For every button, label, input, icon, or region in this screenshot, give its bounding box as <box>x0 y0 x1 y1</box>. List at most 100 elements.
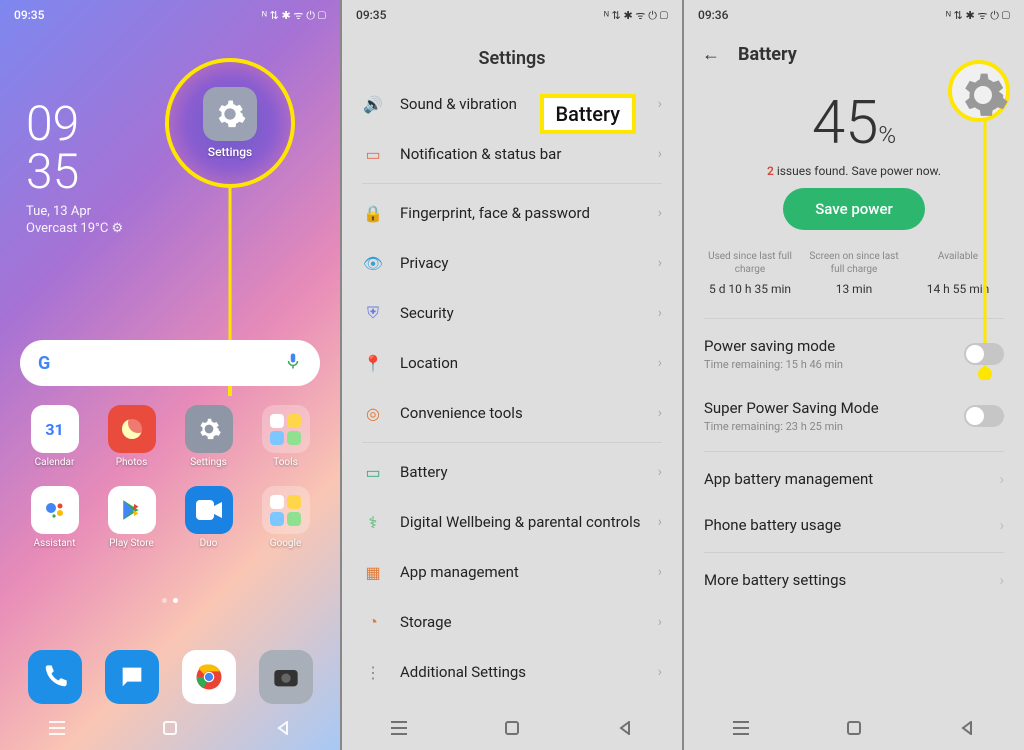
camera-icon[interactable] <box>251 650 320 704</box>
nav-bar <box>0 706 340 750</box>
stat-col: Screen on since last full charge13 min <box>802 250 906 296</box>
home-screen: 09:35 ᴺ ⇅ ✱ ᯤ ⏻ ▢ 09 35 Tue, 13 Apr Over… <box>0 0 340 750</box>
page-title: Battery <box>738 44 797 65</box>
status-icons: ᴺ ⇅ ✱ ᯤ ⏻ ▢ <box>262 8 326 23</box>
chevron-right-icon: › <box>658 405 662 421</box>
stat-header: Used since last full charge <box>698 250 802 276</box>
settings-item-convenience[interactable]: ◎Convenience tools› <box>342 388 682 438</box>
chevron-right-icon: › <box>658 205 662 221</box>
battery-row-more[interactable]: More battery settings › <box>684 557 1024 603</box>
settings-screen: 09:35 ᴺ ⇅ ✱ ᯤ ⏻ ▢ Settings Battery 🔊Soun… <box>342 0 682 750</box>
recent-button[interactable] <box>731 718 751 738</box>
back-button[interactable] <box>957 718 977 738</box>
status-bar: 09:36 ᴺ ⇅ ✱ ᯤ ⏻ ▢ <box>684 0 1024 30</box>
clock-time: 09:35 <box>356 8 386 22</box>
app-assistant[interactable]: Assistant <box>20 486 89 549</box>
settings-item-privacy[interactable]: 👁Privacy› <box>342 238 682 288</box>
settings-item-digital[interactable]: ⚕Digital Wellbeing & parental controls› <box>342 497 682 547</box>
app-label: Google <box>270 538 302 549</box>
app-google[interactable]: Google <box>251 486 320 549</box>
phone-icon[interactable] <box>20 650 89 704</box>
row-subtitle: Time remaining: 15 h 46 min <box>704 358 843 371</box>
battery-row-phone[interactable]: Phone battery usage› <box>684 502 1024 548</box>
page-title: Settings <box>342 30 682 79</box>
row-title: More battery settings <box>704 571 846 589</box>
chevron-right-icon: › <box>658 664 662 680</box>
settings-item-location[interactable]: 📍 Location › <box>342 338 682 388</box>
status-icons: ᴺ ⇅ ✱ ᯤ ⏻ ▢ <box>946 8 1010 23</box>
back-button[interactable] <box>615 718 635 738</box>
app-label: Photos <box>116 457 148 468</box>
stat-value: 5 d 10 h 35 min <box>698 282 802 296</box>
settings-item-notification[interactable]: ▭Notification & status bar› <box>342 129 682 179</box>
clock-hours: 09 <box>26 100 123 148</box>
app-calendar[interactable]: 31Calendar <box>20 405 89 468</box>
home-button[interactable] <box>160 718 180 738</box>
clock-time: 09:36 <box>698 8 728 22</box>
app-label: Assistant <box>34 538 76 549</box>
settings-item-label: Storage <box>400 613 642 631</box>
app-label: Tools <box>273 457 297 468</box>
status-bar: 09:35 ᴺ ⇅ ✱ ᯤ ⏻ ▢ <box>342 0 682 30</box>
settings-gear-highlight[interactable] <box>948 60 1010 122</box>
settings-item-app[interactable]: ▦App management› <box>342 547 682 597</box>
settings-item-label: Location <box>400 354 642 372</box>
home-button[interactable] <box>502 718 522 738</box>
settings-highlight-bubble[interactable]: Settings <box>165 58 295 188</box>
chrome-icon[interactable] <box>174 650 243 704</box>
convenience-icon: ◎ <box>362 402 384 424</box>
back-arrow-icon[interactable]: ← <box>702 44 720 65</box>
chevron-right-icon: › <box>658 96 662 112</box>
settings-item-label: Battery <box>400 463 642 481</box>
location-icon: 📍 <box>362 352 384 374</box>
settings-item-storage[interactable]: ◔ Storage › <box>342 597 682 647</box>
home-clock-widget[interactable]: 09 35 Tue, 13 Apr Overcast 19°C ⚙ <box>26 100 123 236</box>
battery-row-super[interactable]: Super Power Saving ModeTime remaining: 2… <box>684 385 1024 447</box>
settings-item-security[interactable]: ⛨ Security › <box>342 288 682 338</box>
chevron-right-icon: › <box>658 355 662 371</box>
clock-weather: Overcast 19°C ⚙ <box>26 221 123 236</box>
app-label: Settings <box>190 457 227 468</box>
mic-icon[interactable] <box>284 352 302 374</box>
settings-item-battery[interactable]: ▭Battery› <box>342 447 682 497</box>
stat-header: Available <box>906 250 1010 276</box>
recent-button[interactable] <box>389 718 409 738</box>
clock-date: Tue, 13 Apr <box>26 204 123 219</box>
storage-icon: ◔ <box>362 611 384 633</box>
stat-header: Screen on since last full charge <box>802 250 906 276</box>
app-duo[interactable]: Duo <box>174 486 243 549</box>
app-label: Duo <box>200 538 218 549</box>
security-icon: ⛨ <box>362 302 384 324</box>
battery-stats: Used since last full charge 5 d 10 h 35 m… <box>684 250 1024 314</box>
toggle-switch[interactable] <box>964 405 1004 427</box>
settings-item-label: Security <box>400 304 642 322</box>
chevron-right-icon: › <box>999 571 1004 589</box>
nav-bar <box>342 706 682 750</box>
settings-item-additional[interactable]: ⋮Additional Settings› <box>342 647 682 697</box>
chevron-right-icon: › <box>999 516 1004 534</box>
battery-row-app[interactable]: App battery management› <box>684 456 1024 502</box>
messages-icon[interactable] <box>97 650 166 704</box>
status-icons: ᴺ ⇅ ✱ ᯤ ⏻ ▢ <box>604 8 668 23</box>
recent-button[interactable] <box>47 718 67 738</box>
app-label: Calendar <box>35 457 75 468</box>
battery-row-power[interactable]: Power saving modeTime remaining: 15 h 46… <box>684 323 1024 385</box>
home-button[interactable] <box>844 718 864 738</box>
dock <box>20 650 320 704</box>
chevron-right-icon: › <box>658 614 662 630</box>
app-photos[interactable]: Photos <box>97 405 166 468</box>
back-button[interactable] <box>273 718 293 738</box>
app-tools[interactable]: Tools <box>251 405 320 468</box>
chevron-right-icon: › <box>658 464 662 480</box>
search-bar[interactable]: G <box>20 340 320 386</box>
app-play-store[interactable]: Play Store <box>97 486 166 549</box>
app-settings[interactable]: Settings <box>174 405 243 468</box>
stat-col: Available14 h 55 min <box>906 250 1010 296</box>
settings-item-fingerprint,[interactable]: 🔒Fingerprint, face & password› <box>342 188 682 238</box>
chevron-right-icon: › <box>658 305 662 321</box>
toggle-switch[interactable] <box>964 343 1004 365</box>
settings-item-label: Notification & status bar <box>400 145 642 163</box>
save-power-button[interactable]: Save power <box>783 188 925 230</box>
status-bar: 09:35 ᴺ ⇅ ✱ ᯤ ⏻ ▢ <box>0 0 340 30</box>
gear-icon <box>203 87 257 141</box>
